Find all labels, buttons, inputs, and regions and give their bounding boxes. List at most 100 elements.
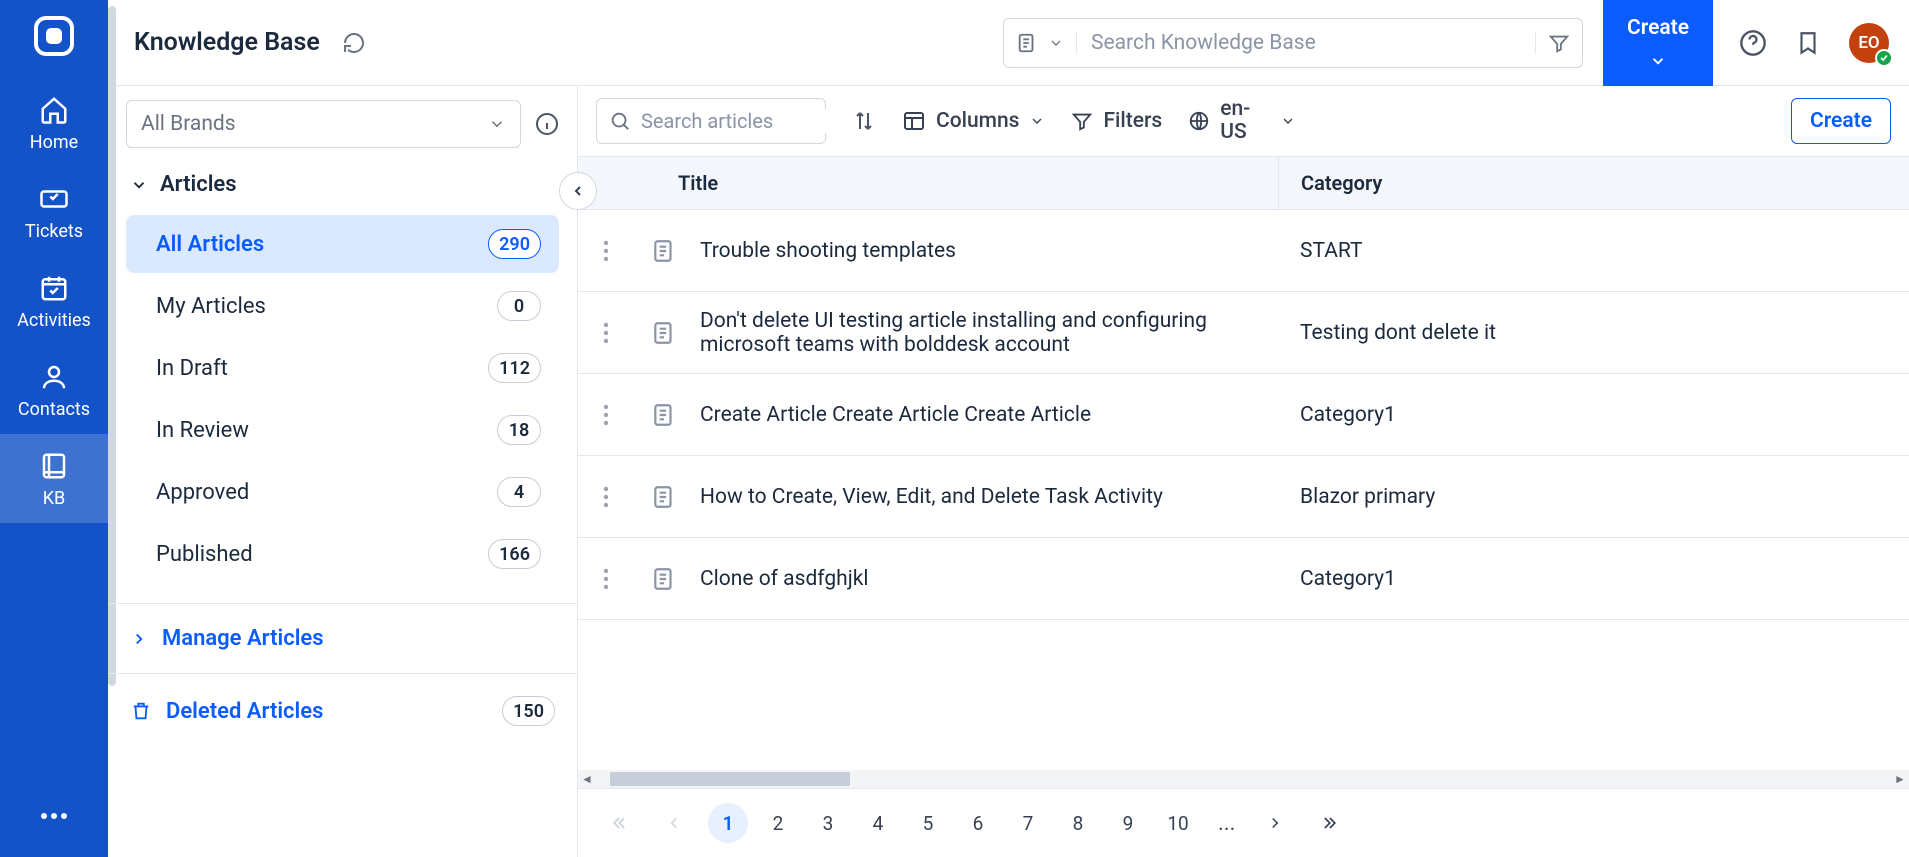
ticket-icon	[38, 183, 70, 215]
info-button[interactable]	[535, 112, 559, 136]
articles-section-toggle[interactable]: Articles	[126, 162, 559, 207]
table-row[interactable]: Trouble shooting templates START	[578, 210, 1909, 292]
nav-label: KB	[43, 488, 66, 509]
row-menu-button[interactable]	[578, 486, 634, 508]
page-number[interactable]: 6	[958, 803, 998, 843]
globe-icon	[1188, 110, 1210, 132]
sidebar-item-label: My Articles	[156, 294, 266, 319]
page-number[interactable]: 3	[808, 803, 848, 843]
table-row[interactable]: Clone of asdfghjkl Category1	[578, 538, 1909, 620]
row-title: How to Create, View, Edit, and Delete Ta…	[694, 469, 1278, 525]
nav-item-kb[interactable]: KB	[0, 434, 108, 523]
article-icon	[634, 566, 694, 592]
page-first[interactable]	[600, 803, 640, 843]
sidebar-item-label: All Articles	[156, 232, 264, 257]
article-search	[596, 98, 826, 144]
sidebar-item-label: In Review	[156, 418, 249, 443]
create-button[interactable]: Create	[1603, 0, 1713, 86]
chevron-down-icon	[488, 115, 506, 133]
page-last[interactable]	[1309, 803, 1349, 843]
create-article-button[interactable]: Create	[1791, 98, 1891, 144]
chevron-right-icon	[130, 630, 148, 648]
table-row[interactable]: Create Article Create Article Create Art…	[578, 374, 1909, 456]
page-number[interactable]: 4	[858, 803, 898, 843]
funnel-icon	[1548, 32, 1570, 54]
th-title[interactable]: Title	[578, 157, 1278, 209]
row-menu-button[interactable]	[578, 240, 634, 262]
scroll-right-arrow[interactable]: ►	[1891, 772, 1909, 786]
create-label: Create	[1627, 16, 1689, 40]
page-number[interactable]: 9	[1108, 803, 1148, 843]
sidebar-item[interactable]: All Articles290	[126, 215, 559, 273]
nav-item-home[interactable]: Home	[0, 78, 108, 167]
hscroll-thumb[interactable]	[610, 772, 850, 786]
page-number[interactable]: 5	[908, 803, 948, 843]
nav-rail: Home Tickets Activities Contacts KB	[0, 0, 108, 857]
article-icon	[1016, 32, 1038, 54]
sidebar-item-count: 0	[497, 291, 541, 321]
page-number[interactable]: 2	[758, 803, 798, 843]
row-title: Don't delete UI testing article installi…	[694, 293, 1278, 373]
deleted-label: Deleted Articles	[166, 699, 323, 724]
pagination: 12345678910 ...	[578, 788, 1909, 857]
collapse-sidebar-button[interactable]	[559, 172, 597, 210]
search-type-dropdown[interactable]	[1016, 32, 1077, 54]
sidebar-item-count: 4	[497, 477, 541, 507]
th-category[interactable]: Category	[1278, 157, 1909, 209]
deleted-articles-link[interactable]: Deleted Articles 150	[126, 690, 559, 732]
nav-item-tickets[interactable]: Tickets	[0, 167, 108, 256]
page-number[interactable]: 10	[1158, 803, 1198, 843]
page-number[interactable]: 1	[708, 803, 748, 843]
row-menu-button[interactable]	[578, 322, 634, 344]
sidebar-item[interactable]: In Draft112	[126, 339, 559, 397]
row-category: START	[1278, 223, 1909, 279]
nav-label: Home	[30, 132, 78, 153]
deleted-count: 150	[502, 696, 555, 726]
sidebar-item-count: 18	[497, 415, 541, 445]
nav-item-activities[interactable]: Activities	[0, 256, 108, 345]
create2-label: Create	[1810, 109, 1872, 133]
global-search-input[interactable]	[1077, 31, 1535, 55]
columns-button[interactable]: Columns	[902, 109, 1045, 133]
scroll-left-arrow[interactable]: ◄	[578, 772, 596, 786]
row-category: Category1	[1278, 551, 1909, 607]
row-title: Trouble shooting templates	[694, 223, 1278, 279]
row-menu-button[interactable]	[578, 404, 634, 426]
brand-select-value: All Brands	[141, 112, 236, 136]
locale-label: en-US	[1220, 98, 1270, 144]
page-next[interactable]	[1255, 803, 1295, 843]
page-ellipsis[interactable]: ...	[1212, 811, 1241, 836]
filters-button[interactable]: Filters	[1071, 109, 1162, 133]
row-category: Blazor primary	[1278, 469, 1909, 525]
page-number[interactable]: 7	[1008, 803, 1048, 843]
horizontal-scrollbar[interactable]: ◄ ►	[578, 770, 1909, 788]
locale-button[interactable]: en-US	[1188, 98, 1296, 144]
avatar[interactable]: EO	[1849, 23, 1889, 63]
row-title: Create Article Create Article Create Art…	[694, 387, 1278, 443]
sidebar-item-count: 166	[488, 539, 541, 569]
sidebar-item[interactable]: My Articles 0	[126, 277, 559, 335]
sidebar-item-count: 112	[488, 353, 541, 383]
row-menu-button[interactable]	[578, 568, 634, 590]
global-search	[1003, 18, 1583, 68]
table-row[interactable]: Don't delete UI testing article installi…	[578, 292, 1909, 374]
brand-select[interactable]: All Brands	[126, 100, 521, 148]
manage-articles-link[interactable]: Manage Articles	[126, 620, 559, 657]
refresh-button[interactable]	[342, 31, 366, 55]
row-title: Clone of asdfghjkl	[694, 551, 1278, 607]
sidebar-item[interactable]: In Review 18	[126, 401, 559, 459]
nav-label: Contacts	[18, 399, 90, 420]
search-filter-button[interactable]	[1535, 32, 1570, 54]
home-icon	[38, 94, 70, 126]
sidebar-item[interactable]: Approved4	[126, 463, 559, 521]
sidebar-item[interactable]: Published166	[126, 525, 559, 583]
nav-item-contacts[interactable]: Contacts	[0, 345, 108, 434]
page-prev[interactable]	[654, 803, 694, 843]
table-header: Title Category	[578, 157, 1909, 210]
sort-button[interactable]	[852, 109, 876, 133]
help-button[interactable]	[1739, 29, 1767, 57]
table-row[interactable]: How to Create, View, Edit, and Delete Ta…	[578, 456, 1909, 538]
bookmark-button[interactable]	[1795, 30, 1821, 56]
nav-more[interactable]	[0, 795, 108, 837]
page-number[interactable]: 8	[1058, 803, 1098, 843]
